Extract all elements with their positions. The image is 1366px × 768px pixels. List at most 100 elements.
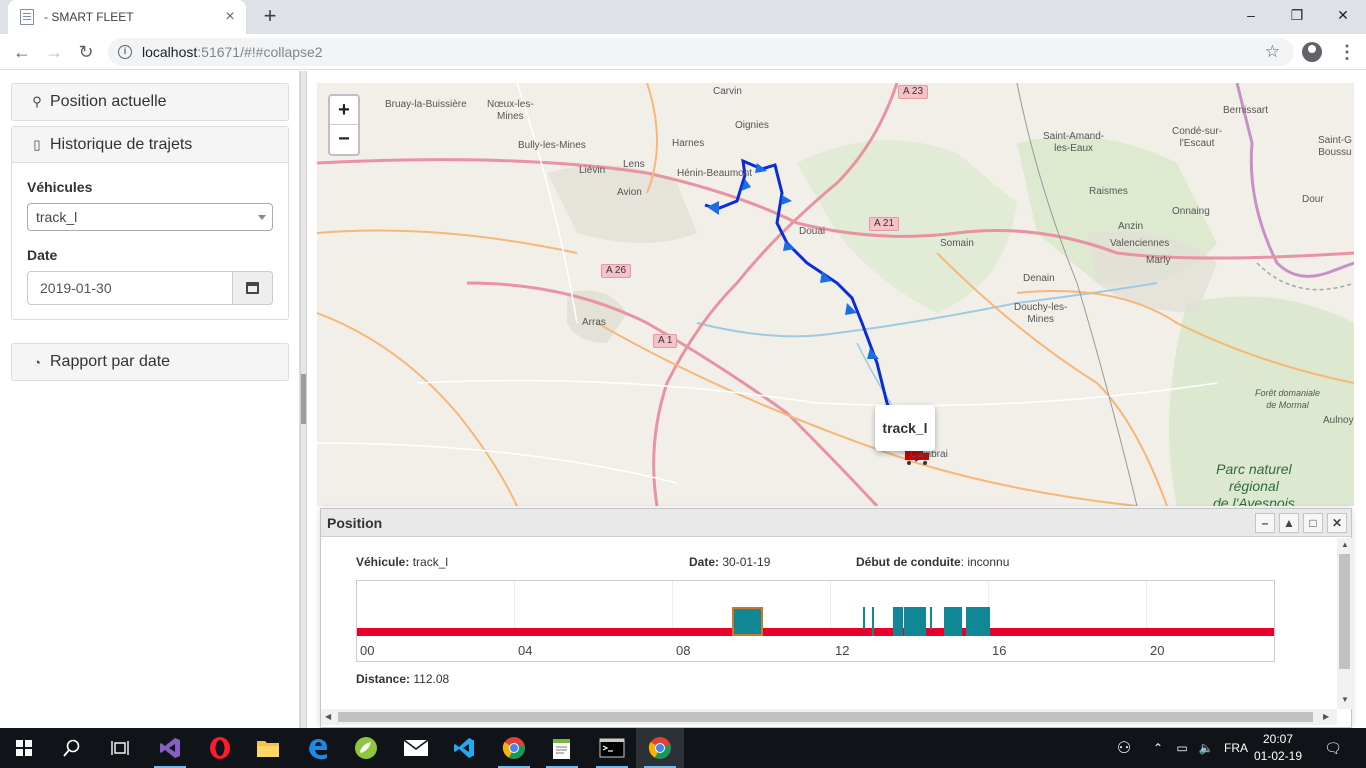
activity-block-selected[interactable]	[732, 607, 763, 636]
close-tab-icon[interactable]: ×	[222, 9, 238, 25]
people-icon[interactable]: ⚇	[1112, 728, 1136, 768]
tick-label: 20	[1150, 643, 1165, 658]
cmd-app[interactable]	[588, 728, 636, 768]
edge-app[interactable]	[294, 728, 342, 768]
map-label: Aulnoy	[1323, 415, 1354, 426]
activity-timeline[interactable]: 00 04 08 12 16 20	[356, 580, 1275, 662]
road-shield: A 21	[869, 217, 900, 231]
map-label: Avion	[617, 187, 642, 198]
minimize-icon[interactable]: –	[1228, 0, 1274, 30]
collapse-window-icon[interactable]: ▲	[1279, 513, 1299, 533]
close-window-icon[interactable]: ✕	[1327, 513, 1347, 533]
info-icon[interactable]: i	[118, 45, 132, 59]
date-info-label: Date:	[689, 555, 720, 569]
task-view-button[interactable]	[96, 728, 144, 768]
activity-block[interactable]	[863, 607, 865, 629]
calendar-button[interactable]	[233, 271, 273, 305]
clock[interactable]: 20:07 01-02-19	[1252, 731, 1304, 765]
tab-title: - SMART FLEET	[44, 10, 134, 24]
address-bar[interactable]: i localhost:51671/#!#collapse2 ☆	[108, 38, 1294, 66]
panel-header-rapport[interactable]: ◔ Rapport par date	[12, 344, 288, 380]
maximize-window-icon[interactable]: □	[1303, 513, 1323, 533]
scroll-up-icon[interactable]: ▲	[1341, 540, 1349, 549]
debut-info-label: Début de conduite	[856, 555, 961, 569]
panel-title: Historique de trajets	[50, 135, 193, 153]
map-label: Oignies	[735, 120, 769, 131]
vertical-scrollbar[interactable]: ▲ ▼	[1337, 538, 1352, 709]
vehicule-info-value: track_l	[412, 555, 449, 569]
vscode-app[interactable]	[440, 728, 488, 768]
scroll-right-icon[interactable]: ▶	[1323, 712, 1329, 721]
chevron-up-icon[interactable]: ⌃	[1148, 728, 1168, 768]
chrome-app[interactable]	[490, 728, 538, 768]
panel-header-position[interactable]: ⚲ Position actuelle	[12, 84, 288, 120]
horizontal-scrollbar[interactable]: ◀ ▶	[321, 709, 1337, 725]
activity-block[interactable]	[893, 607, 903, 636]
close-window-icon[interactable]: ✕	[1320, 0, 1366, 30]
activity-block[interactable]	[904, 607, 926, 636]
zoom-out-button[interactable]: −	[330, 125, 358, 154]
panel-header-historique[interactable]: ▯ Historique de trajets	[12, 127, 288, 163]
map[interactable]: + − Bruay-la-Buissière Nœux-les- Mines C…	[317, 83, 1354, 506]
date-info: Date: 30-01-19	[689, 555, 770, 569]
vehicule-select[interactable]: track_l	[27, 203, 273, 231]
network-icon[interactable]: ▭	[1172, 728, 1192, 768]
splitter[interactable]	[300, 71, 307, 728]
scroll-thumb[interactable]	[338, 712, 1313, 722]
clock-date: 01-02-19	[1253, 749, 1303, 763]
scroll-thumb[interactable]	[1339, 554, 1350, 669]
minimize-window-icon[interactable]: –	[1255, 513, 1275, 533]
notepad-app[interactable]	[538, 728, 586, 768]
edge-icon	[309, 739, 328, 760]
splitter-grip[interactable]	[301, 374, 306, 424]
url-path: :51671/#!#collapse2	[197, 44, 323, 60]
date-input[interactable]: 2019-01-30	[27, 271, 233, 305]
notifications-icon[interactable]: 🗨	[1318, 728, 1348, 768]
menu-icon[interactable]: ⋮	[1338, 40, 1356, 64]
zoom-in-button[interactable]: +	[330, 96, 358, 125]
search-button[interactable]	[48, 728, 96, 768]
visual-studio-app[interactable]	[146, 728, 194, 768]
distance-value: 112.08	[413, 672, 450, 686]
vscode-icon	[454, 738, 474, 758]
browser-toolbar: ← → ↻ i localhost:51671/#!#collapse2 ☆	[0, 34, 1366, 70]
terminal-icon	[599, 738, 625, 758]
vehicules-label: Véhicules	[27, 179, 93, 195]
chrome-icon	[648, 737, 671, 759]
back-icon[interactable]: ←	[8, 38, 36, 66]
app-green[interactable]	[342, 728, 390, 768]
activity-block[interactable]	[930, 607, 932, 629]
volume-icon[interactable]: 🔈	[1196, 728, 1216, 768]
scroll-left-icon[interactable]: ◀	[325, 712, 331, 721]
map-label: Anzin	[1118, 221, 1144, 232]
scroll-down-icon[interactable]: ▼	[1341, 695, 1349, 704]
file-explorer-app[interactable]	[244, 728, 292, 768]
activity-block[interactable]	[966, 607, 990, 636]
activity-block[interactable]	[944, 607, 962, 636]
window-header[interactable]: Position – ▲ □ ✕	[321, 509, 1351, 537]
activity-block[interactable]	[872, 607, 874, 636]
mail-app[interactable]	[392, 728, 440, 768]
reload-icon[interactable]: ↻	[72, 38, 100, 66]
panel-title: Position actuelle	[50, 93, 167, 110]
map-label: Lens	[623, 159, 645, 170]
new-tab-icon[interactable]: +	[258, 5, 282, 29]
vehicle-popup[interactable]: track_l	[875, 405, 935, 451]
map-label: Bernissart	[1223, 105, 1269, 116]
map-label: Onnaing	[1172, 206, 1210, 217]
forward-icon[interactable]: →	[40, 38, 68, 66]
start-button[interactable]	[0, 728, 48, 768]
browser-tab[interactable]: - SMART FLEET ×	[8, 0, 246, 34]
distance-label: Distance:	[356, 672, 411, 686]
map-label: Douchy-les- Mines	[1014, 302, 1068, 325]
folder-icon	[257, 741, 279, 757]
calendar-icon	[246, 282, 259, 294]
profile-icon[interactable]	[1302, 42, 1322, 62]
bookmark-star-icon[interactable]: ☆	[1265, 42, 1280, 62]
restore-icon[interactable]: ❐	[1274, 0, 1320, 30]
chrome-app-active[interactable]	[636, 728, 684, 768]
panel-title: Rapport par date	[50, 353, 171, 370]
language-indicator[interactable]: FRA	[1222, 728, 1250, 768]
opera-app[interactable]	[196, 728, 244, 768]
map-label: Raismes	[1089, 186, 1128, 197]
